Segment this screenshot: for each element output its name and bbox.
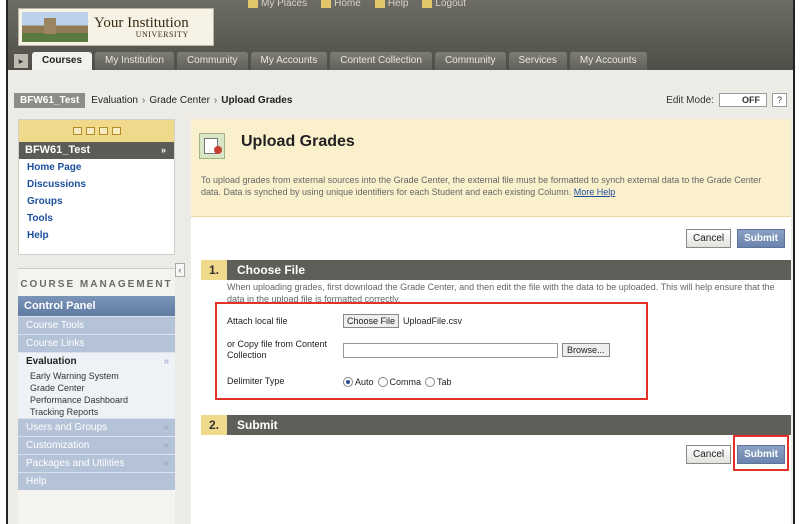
file-form-highlight: Attach local file Choose File UploadFile… [215,302,648,400]
expand-arrow-icon: » [163,458,169,469]
top-links: My Places Home Help Logout [248,0,466,12]
header: Your Institution UNIVERSITY My Places Ho… [8,0,793,70]
edit-mode: Edit Mode: OFF ? [666,93,787,107]
campus-image [22,12,88,42]
tab-my-accounts-2[interactable]: My Accounts [569,52,647,70]
top-button-row: Cancel Submit [685,229,785,248]
more-help-link[interactable]: More Help [574,187,616,197]
content-collection-path-input[interactable] [343,342,558,358]
course-menu: BFW61_Test Home Page Discussions Groups … [18,119,175,255]
help-button[interactable]: ? [771,93,787,107]
cp-customization[interactable]: Customization» [18,436,175,454]
tab-my-accounts[interactable]: My Accounts [250,52,328,70]
my-places-link[interactable]: My Places [248,0,307,12]
submit-highlight [733,435,789,471]
cp-help[interactable]: Help [18,472,175,490]
cancel-button[interactable]: Cancel [685,445,732,464]
tab-services[interactable]: Services [508,52,567,70]
attach-file-label: Attach local file [227,315,288,326]
delimiter-auto-radio[interactable]: Auto [343,376,374,387]
menu-view-options [19,120,174,142]
institution-logo[interactable]: Your Institution UNIVERSITY [18,8,214,46]
expand-arrow-icon: » [163,422,169,433]
course-management: COURSE MANAGEMENT Control Panel Course T… [18,268,175,524]
my-places-icon [248,0,258,8]
breadcrumb-current: Upload Grades [221,94,293,106]
edit-mode-toggle[interactable]: OFF [718,93,767,107]
breadcrumb-separator: › [141,94,146,106]
section-number: 2. [201,415,227,435]
menu-item-home-page[interactable]: Home Page [19,159,174,176]
tab-my-institution[interactable]: My Institution [95,52,174,70]
control-panel-title[interactable]: Control Panel [18,296,175,316]
tab-menu-icon[interactable]: ▸ [14,54,28,68]
cp-grade-center[interactable]: Grade Center [18,382,175,394]
cp-early-warning-system[interactable]: Early Warning System [18,370,175,382]
section-number: 1. [201,260,227,280]
refresh-icon[interactable] [111,127,121,135]
page-header: Upload Grades To upload grades from exte… [191,119,791,217]
section-choose-file: 1. Choose File [201,260,791,280]
selected-file-name: UploadFile.csv [403,316,463,326]
edit-mode-label: Edit Mode: [666,94,714,106]
breadcrumb: BFW61_Test Evaluation › Grade Center › U… [14,88,787,112]
tab-bar: ▸ Courses My Institution Community My Ac… [8,52,793,70]
expand-arrow-icon: » [163,356,169,367]
cp-evaluation[interactable]: Evaluation» [18,352,175,370]
submit-button[interactable]: Submit [737,229,785,248]
home-icon [321,0,332,8]
cp-users-and-groups[interactable]: Users and Groups» [18,418,175,436]
copy-file-row: or Copy file from Content Collection Bro… [227,339,610,361]
delimiter-row: Delimiter Type Auto Comma Tab [227,376,456,387]
course-management-heading: COURSE MANAGEMENT [20,279,173,290]
expand-icon[interactable] [98,127,108,135]
cp-course-tools[interactable]: Course Tools [18,316,175,334]
home-link[interactable]: Home [321,0,361,12]
cp-packages-and-utilities[interactable]: Packages and Utilities» [18,454,175,472]
folder-view-icon[interactable] [85,127,95,135]
logout-icon [422,0,433,8]
attach-file-row: Attach local file Choose File UploadFile… [227,314,462,328]
section-submit: 2. Submit [201,415,791,435]
cp-tracking-reports[interactable]: Tracking Reports [18,406,175,418]
menu-item-tools[interactable]: Tools [19,210,174,227]
tab-courses[interactable]: Courses [32,52,93,70]
section-title: Choose File [237,263,306,277]
cp-performance-dashboard[interactable]: Performance Dashboard [18,394,175,406]
breadcrumb-grade-center[interactable]: Grade Center [149,95,210,106]
copy-file-label: or Copy file from Content Collection [227,339,328,360]
delimiter-comma-radio[interactable]: Comma [377,376,421,387]
logout-link[interactable]: Logout [422,0,466,12]
cancel-button[interactable]: Cancel [685,229,732,248]
help-link[interactable]: Help [374,0,408,12]
help-icon [374,0,385,8]
tab-community-2[interactable]: Community [434,52,506,70]
course-menu-title[interactable]: BFW61_Test [19,142,174,159]
delimiter-tab-radio[interactable]: Tab [425,376,452,387]
upload-grades-icon [199,133,225,159]
menu-item-help[interactable]: Help [19,227,174,244]
page-title: Upload Grades [241,133,355,150]
page-description: To upload grades from external sources i… [201,175,762,197]
section-title: Submit [237,418,278,432]
logo-title: Your Institution [94,14,189,31]
browser-frame: Your Institution UNIVERSITY My Places Ho… [6,0,795,524]
expand-arrow-icon: » [163,440,169,451]
breadcrumb-separator: › [213,94,218,106]
choose-file-button[interactable]: Choose File [343,314,400,328]
logo-subtitle: UNIVERSITY [135,29,189,39]
tab-content-collection[interactable]: Content Collection [330,52,432,70]
cp-course-links[interactable]: Course Links [18,334,175,352]
tab-community[interactable]: Community [176,52,248,70]
breadcrumb-course[interactable]: BFW61_Test [14,92,86,108]
menu-item-discussions[interactable]: Discussions [19,176,174,193]
collapse-menu-icon[interactable]: ‹ [175,263,185,277]
list-view-icon[interactable] [72,127,82,135]
main-content: Upload Grades To upload grades from exte… [191,119,791,524]
delimiter-label: Delimiter Type [227,376,285,386]
breadcrumb-evaluation[interactable]: Evaluation [91,95,138,106]
menu-item-groups[interactable]: Groups [19,193,174,210]
browse-button[interactable]: Browse... [562,343,610,357]
